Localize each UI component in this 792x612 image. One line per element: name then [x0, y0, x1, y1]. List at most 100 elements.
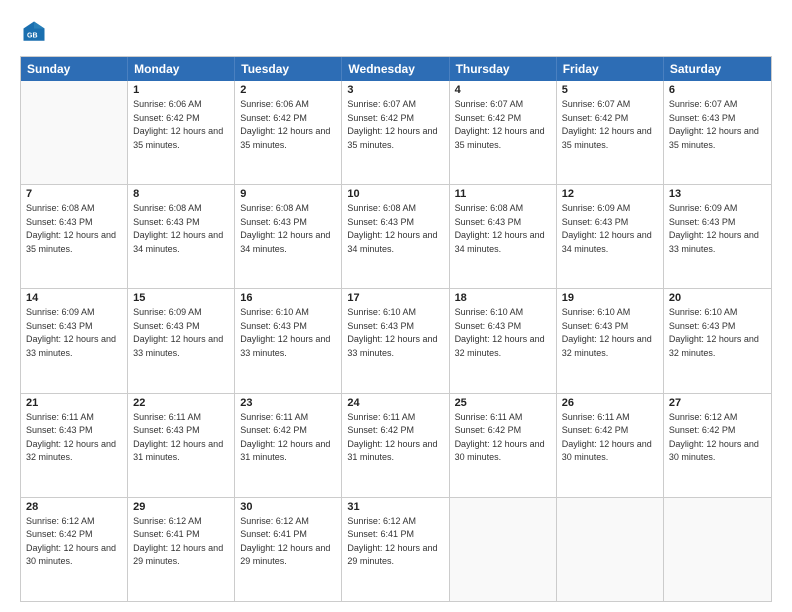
day-number: 13: [669, 188, 766, 200]
day-info: Sunrise: 6:08 AMSunset: 6:43 PMDaylight:…: [347, 202, 443, 256]
calendar-cell: 26 Sunrise: 6:11 AMSunset: 6:42 PMDayligh…: [557, 394, 664, 497]
calendar-cell: 14 Sunrise: 6:09 AMSunset: 6:43 PMDayligh…: [21, 289, 128, 392]
day-info: Sunrise: 6:11 AMSunset: 6:42 PMDaylight:…: [455, 411, 551, 465]
day-number: 17: [347, 292, 443, 304]
day-number: 31: [347, 501, 443, 513]
day-info: Sunrise: 6:10 AMSunset: 6:43 PMDaylight:…: [562, 306, 658, 360]
day-info: Sunrise: 6:10 AMSunset: 6:43 PMDaylight:…: [347, 306, 443, 360]
day-number: 26: [562, 397, 658, 409]
calendar-cell: 15 Sunrise: 6:09 AMSunset: 6:43 PMDayligh…: [128, 289, 235, 392]
calendar-cell: 20 Sunrise: 6:10 AMSunset: 6:43 PMDayligh…: [664, 289, 771, 392]
day-number: 15: [133, 292, 229, 304]
day-info: Sunrise: 6:09 AMSunset: 6:43 PMDaylight:…: [669, 202, 766, 256]
day-number: 10: [347, 188, 443, 200]
day-number: 5: [562, 84, 658, 96]
day-info: Sunrise: 6:10 AMSunset: 6:43 PMDaylight:…: [669, 306, 766, 360]
weekday-header-thursday: Thursday: [450, 57, 557, 81]
header: GB: [20, 18, 772, 46]
weekday-header-sunday: Sunday: [21, 57, 128, 81]
day-info: Sunrise: 6:08 AMSunset: 6:43 PMDaylight:…: [26, 202, 122, 256]
day-number: 7: [26, 188, 122, 200]
calendar-row-4: 21Sunrise: 6:11 AMSunset: 6:43 PMDayligh…: [21, 393, 771, 497]
day-number: 18: [455, 292, 551, 304]
day-info: Sunrise: 6:09 AMSunset: 6:43 PMDaylight:…: [133, 306, 229, 360]
calendar-cell: 21Sunrise: 6:11 AMSunset: 6:43 PMDayligh…: [21, 394, 128, 497]
day-info: Sunrise: 6:08 AMSunset: 6:43 PMDaylight:…: [455, 202, 551, 256]
calendar-row-3: 14 Sunrise: 6:09 AMSunset: 6:43 PMDayligh…: [21, 288, 771, 392]
day-info: Sunrise: 6:09 AMSunset: 6:43 PMDaylight:…: [26, 306, 122, 360]
day-number: 12: [562, 188, 658, 200]
day-info: Sunrise: 6:07 AMSunset: 6:42 PMDaylight:…: [347, 98, 443, 152]
day-info: Sunrise: 6:12 AMSunset: 6:41 PMDaylight:…: [347, 515, 443, 569]
calendar-cell: 12Sunrise: 6:09 AMSunset: 6:43 PMDayligh…: [557, 185, 664, 288]
calendar-cell: 25 Sunrise: 6:11 AMSunset: 6:42 PMDayligh…: [450, 394, 557, 497]
day-number: 8: [133, 188, 229, 200]
day-info: Sunrise: 6:11 AMSunset: 6:42 PMDaylight:…: [562, 411, 658, 465]
day-number: 6: [669, 84, 766, 96]
day-info: Sunrise: 6:11 AMSunset: 6:43 PMDaylight:…: [26, 411, 122, 465]
day-info: Sunrise: 6:12 AMSunset: 6:42 PMDaylight:…: [26, 515, 122, 569]
calendar-cell: 31 Sunrise: 6:12 AMSunset: 6:41 PMDayligh…: [342, 498, 449, 601]
calendar-cell: 8 Sunrise: 6:08 AMSunset: 6:43 PMDaylight…: [128, 185, 235, 288]
calendar-cell: [21, 81, 128, 184]
day-number: 16: [240, 292, 336, 304]
day-info: Sunrise: 6:10 AMSunset: 6:43 PMDaylight:…: [455, 306, 551, 360]
calendar-cell: [664, 498, 771, 601]
calendar-cell: 18 Sunrise: 6:10 AMSunset: 6:43 PMDayligh…: [450, 289, 557, 392]
day-number: 4: [455, 84, 551, 96]
day-number: 1: [133, 84, 229, 96]
weekday-header-friday: Friday: [557, 57, 664, 81]
day-info: Sunrise: 6:07 AMSunset: 6:42 PMDaylight:…: [455, 98, 551, 152]
calendar-cell: 27 Sunrise: 6:12 AMSunset: 6:42 PMDayligh…: [664, 394, 771, 497]
calendar-body: 1 Sunrise: 6:06 AMSunset: 6:42 PMDaylight…: [21, 81, 771, 601]
calendar-cell: 17 Sunrise: 6:10 AMSunset: 6:43 PMDayligh…: [342, 289, 449, 392]
logo: GB: [20, 18, 52, 46]
day-number: 3: [347, 84, 443, 96]
day-info: Sunrise: 6:08 AMSunset: 6:43 PMDaylight:…: [133, 202, 229, 256]
weekday-header-tuesday: Tuesday: [235, 57, 342, 81]
calendar: SundayMondayTuesdayWednesdayThursdayFrid…: [20, 56, 772, 602]
calendar-cell: 10 Sunrise: 6:08 AMSunset: 6:43 PMDayligh…: [342, 185, 449, 288]
calendar-cell: 4 Sunrise: 6:07 AMSunset: 6:42 PMDaylight…: [450, 81, 557, 184]
day-info: Sunrise: 6:12 AMSunset: 6:41 PMDaylight:…: [133, 515, 229, 569]
day-info: Sunrise: 6:11 AMSunset: 6:43 PMDaylight:…: [133, 411, 229, 465]
logo-icon: GB: [20, 18, 48, 46]
day-info: Sunrise: 6:08 AMSunset: 6:43 PMDaylight:…: [240, 202, 336, 256]
calendar-header: SundayMondayTuesdayWednesdayThursdayFrid…: [21, 57, 771, 81]
calendar-cell: 1Sunrise: 6:06 AMSunset: 6:42 PMDaylight…: [128, 81, 235, 184]
day-info: Sunrise: 6:06 AMSunset: 6:42 PMDaylight:…: [240, 98, 336, 152]
day-number: 24: [347, 397, 443, 409]
day-number: 14: [26, 292, 122, 304]
calendar-cell: 11 Sunrise: 6:08 AMSunset: 6:43 PMDayligh…: [450, 185, 557, 288]
day-number: 22: [133, 397, 229, 409]
day-info: Sunrise: 6:07 AMSunset: 6:42 PMDaylight:…: [562, 98, 658, 152]
calendar-cell: 24 Sunrise: 6:11 AMSunset: 6:42 PMDayligh…: [342, 394, 449, 497]
calendar-cell: 30 Sunrise: 6:12 AMSunset: 6:41 PMDayligh…: [235, 498, 342, 601]
calendar-cell: 23Sunrise: 6:11 AMSunset: 6:42 PMDayligh…: [235, 394, 342, 497]
day-info: Sunrise: 6:12 AMSunset: 6:42 PMDaylight:…: [669, 411, 766, 465]
day-number: 20: [669, 292, 766, 304]
day-number: 25: [455, 397, 551, 409]
day-number: 28: [26, 501, 122, 513]
calendar-cell: 6Sunrise: 6:07 AMSunset: 6:43 PMDaylight…: [664, 81, 771, 184]
weekday-header-saturday: Saturday: [664, 57, 771, 81]
day-info: Sunrise: 6:10 AMSunset: 6:43 PMDaylight:…: [240, 306, 336, 360]
calendar-row-1: 1 Sunrise: 6:06 AMSunset: 6:42 PMDaylight…: [21, 81, 771, 184]
calendar-cell: 7 Sunrise: 6:08 AMSunset: 6:43 PMDaylight…: [21, 185, 128, 288]
day-number: 27: [669, 397, 766, 409]
calendar-cell: 22 Sunrise: 6:11 AMSunset: 6:43 PMDayligh…: [128, 394, 235, 497]
calendar-cell: 13 Sunrise: 6:09 AMSunset: 6:43 PMDayligh…: [664, 185, 771, 288]
calendar-cell: [450, 498, 557, 601]
calendar-row-5: 28 Sunrise: 6:12 AMSunset: 6:42 PMDayligh…: [21, 497, 771, 601]
calendar-cell: 28 Sunrise: 6:12 AMSunset: 6:42 PMDayligh…: [21, 498, 128, 601]
day-info: Sunrise: 6:11 AMSunset: 6:42 PMDaylight:…: [347, 411, 443, 465]
calendar-cell: 5 Sunrise: 6:07 AMSunset: 6:42 PMDaylight…: [557, 81, 664, 184]
day-number: 29: [133, 501, 229, 513]
day-info: Sunrise: 6:11 AMSunset: 6:42 PMDaylight:…: [240, 411, 336, 465]
calendar-cell: 19Sunrise: 6:10 AMSunset: 6:43 PMDayligh…: [557, 289, 664, 392]
page: GB SundayMondayTuesdayWednesdayThursdayF…: [0, 0, 792, 612]
day-number: 11: [455, 188, 551, 200]
day-info: Sunrise: 6:12 AMSunset: 6:41 PMDaylight:…: [240, 515, 336, 569]
calendar-row-2: 7 Sunrise: 6:08 AMSunset: 6:43 PMDaylight…: [21, 184, 771, 288]
day-number: 30: [240, 501, 336, 513]
